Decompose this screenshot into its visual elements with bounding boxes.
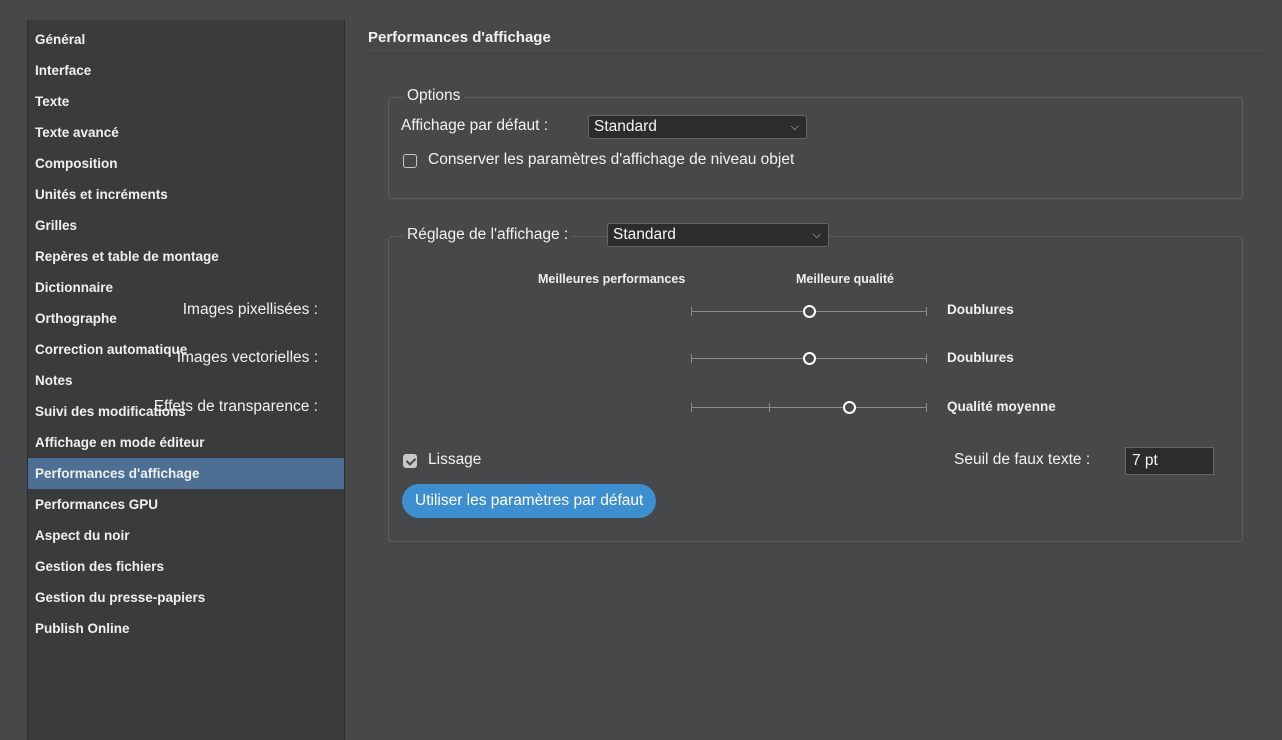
antialiasing-label: Lissage: [428, 451, 482, 468]
sidebar-item-notes[interactable]: Notes: [28, 365, 344, 396]
page-title: Performances d'affichage: [368, 29, 551, 46]
use-defaults-button[interactable]: Utiliser les paramètres par défaut: [402, 484, 657, 518]
default-view-value: Standard: [594, 118, 657, 135]
sidebar-item-publish-online[interactable]: Publish Online: [28, 613, 344, 644]
preserve-object-display-checkbox[interactable]: [403, 154, 417, 168]
slider-min-tick: [691, 403, 692, 412]
sidebar-item-composition[interactable]: Composition: [28, 148, 344, 179]
transparency-slider[interactable]: [691, 401, 927, 414]
vector-graphics-thumb[interactable]: [803, 352, 816, 365]
raster-images-label: Images pixellisées :: [182, 301, 318, 318]
vector-graphics-label: Images vectorielles :: [176, 349, 318, 366]
preferences-panel: Performances d'affichage Options Afficha…: [154, 20, 1282, 740]
options-group: [388, 97, 1243, 199]
sidebar-item-grids[interactable]: Grilles: [28, 210, 344, 241]
sidebar-item-file-handling[interactable]: Gestion des fichiers: [28, 551, 344, 582]
sidebar-item-general[interactable]: Général: [28, 24, 344, 55]
slider-max-tick: [926, 403, 927, 412]
chevron-down-icon: ⌵: [790, 121, 799, 133]
raster-images-thumb[interactable]: [803, 305, 816, 318]
adjust-view-legend: Réglage de l'affichage :: [403, 226, 573, 252]
adjust-view-label: Réglage de l'affichage :: [407, 226, 569, 243]
slider-mid-tick: [769, 403, 770, 412]
adjust-view-select[interactable]: Standard ⌵: [607, 223, 829, 247]
slider-min-tick: [691, 307, 692, 316]
raster-images-slider[interactable]: [691, 305, 927, 318]
transparency-value: Qualité moyenne: [947, 399, 1056, 414]
sidebar-item-display-performance[interactable]: Performances d'affichage: [28, 458, 344, 489]
sidebar-item-dictionary[interactable]: Dictionnaire: [28, 272, 344, 303]
sidebar-item-clipboard-handling[interactable]: Gestion du presse-papiers: [28, 582, 344, 613]
slider-min-tick: [691, 354, 692, 363]
sidebar-item-guides-pasteboard[interactable]: Repères et table de montage: [28, 241, 344, 272]
antialiasing-checkbox[interactable]: [403, 454, 417, 468]
sidebar-item-gpu-performance[interactable]: Performances GPU: [28, 489, 344, 520]
slider-max-tick: [926, 307, 927, 316]
window-top-bar: [0, 0, 1282, 20]
adjust-view-value: Standard: [613, 226, 676, 243]
greek-below-label: Seuil de faux texte :: [954, 451, 1091, 468]
slider-max-tick: [926, 354, 927, 363]
best-quality-label: Meilleure qualité: [796, 272, 894, 286]
sidebar-item-interface[interactable]: Interface: [28, 55, 344, 86]
vector-graphics-value: Doublures: [947, 350, 1014, 365]
best-performance-label: Meilleures performances: [538, 272, 686, 286]
preferences-sidebar: Général Interface Texte Texte avancé Com…: [27, 20, 345, 740]
preserve-object-display-label: Conserver les paramètres d'affichage de …: [428, 151, 795, 168]
transparency-thumb[interactable]: [843, 401, 856, 414]
transparency-label: Effets de transparence :: [153, 398, 318, 415]
vector-graphics-slider[interactable]: [691, 352, 927, 365]
sidebar-item-text[interactable]: Texte: [28, 86, 344, 117]
sidebar-item-appearance-of-black[interactable]: Aspect du noir: [28, 520, 344, 551]
default-view-label: Affichage par défaut :: [401, 117, 549, 134]
sidebar-item-advanced-text[interactable]: Texte avancé: [28, 117, 344, 148]
options-legend: Options: [403, 87, 465, 105]
greek-below-input[interactable]: 7 pt: [1125, 447, 1214, 475]
chevron-down-icon: ⌵: [812, 229, 821, 241]
sidebar-item-units-increments[interactable]: Unités et incréments: [28, 179, 344, 210]
default-view-select[interactable]: Standard ⌵: [588, 115, 807, 139]
title-divider: [364, 53, 1264, 54]
raster-images-value: Doublures: [947, 302, 1014, 317]
sidebar-item-story-editor-display[interactable]: Affichage en mode éditeur: [28, 427, 344, 458]
